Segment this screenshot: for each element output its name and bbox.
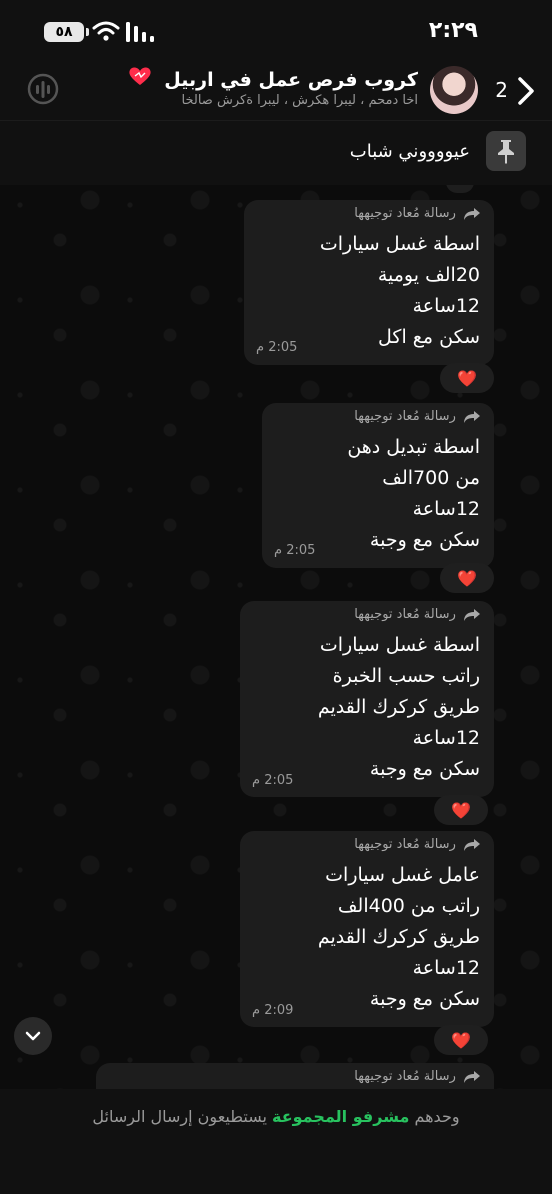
heart-reaction[interactable]: ❤️: [440, 363, 494, 393]
forwarded-label: رسالة مُعاد توجيهها: [354, 607, 480, 622]
forward-icon: [464, 608, 480, 621]
message-line: 12ساعة: [412, 295, 480, 317]
message-line: 12ساعة: [412, 957, 480, 979]
forward-icon: [464, 207, 480, 220]
heart-reaction[interactable]: ❤️: [434, 795, 488, 825]
reaction-pill[interactable]: [446, 185, 474, 193]
message-line: عامل غسل سيارات: [325, 864, 480, 886]
pin-button[interactable]: [486, 131, 526, 171]
heart-reaction-icon: ❤️: [457, 368, 477, 388]
status-time: ٢:٢٩: [428, 18, 478, 43]
message-line: طريق كركرك القديم: [317, 926, 480, 948]
group-members-preview: اخا دمحم ، ليبرا هكرش ، ليبرا ةكرش صالخا: [181, 93, 418, 108]
wifi-icon: [92, 21, 120, 41]
message-time: 2:05 م: [252, 773, 294, 788]
message-line: سكن مع وجبة: [369, 988, 480, 1010]
chat-header: 2 كروب فرص عمل في اربيل اخا دمحم ، ليبرا…: [0, 62, 552, 120]
message-line: اسطة تبديل دهن: [347, 436, 480, 458]
message-line: سكن مع وجبة: [369, 758, 480, 780]
signal-icon: [126, 22, 154, 42]
message-bubble[interactable]: رسالة مُعاد توجيهها اسطة تبديل دهن من 70…: [262, 403, 494, 568]
scroll-down-button[interactable]: [14, 1017, 52, 1055]
message-line: اسطة غسل سيارات: [319, 233, 480, 255]
group-call-icon[interactable]: [26, 72, 60, 106]
message-line: من 700الف: [382, 467, 480, 489]
chat-area[interactable]: رسالة مُعاد توجيهها اسطة غسل سيارات 20ال…: [0, 185, 552, 1089]
message-line: اسطة غسل سيارات: [319, 634, 480, 656]
pin-icon: [498, 140, 514, 164]
group-admins-link[interactable]: مشرفو المجموعة: [272, 1107, 409, 1126]
forward-icon: [464, 410, 480, 423]
group-title[interactable]: كروب فرص عمل في اربيل: [128, 66, 418, 91]
heart-reaction-icon: ❤️: [451, 1030, 471, 1050]
admin-only-notice: وحدهم مشرفو المجموعة يستطيعون إرسال الرس…: [0, 1089, 552, 1194]
message-line: راتب حسب الخبرة: [332, 665, 480, 687]
message-bubble[interactable]: رسالة مُعاد توجيهها اسطة غسل سيارات راتب…: [240, 601, 494, 797]
heart-reaction[interactable]: ❤️: [440, 563, 494, 593]
heart-reaction[interactable]: ❤️: [434, 1025, 488, 1055]
message-line: راتب من 400الف: [337, 895, 480, 917]
message-line: 12ساعة: [412, 727, 480, 749]
message-line: 12ساعة: [412, 498, 480, 520]
message-bubble[interactable]: رسالة مُعاد توجيهها اسطة غسل سيارات 20ال…: [244, 200, 494, 365]
chevron-down-icon: [25, 1031, 41, 1041]
admin-only-text: وحدهم مشرفو المجموعة يستطيعون إرسال الرس…: [92, 1107, 460, 1126]
pinned-message-text: عيووووني شباب: [349, 141, 470, 162]
message-line: 20الف يومية: [377, 264, 480, 286]
group-avatar[interactable]: [430, 66, 478, 114]
status-bar: ٥٨ ٢:٢٩: [0, 0, 552, 62]
forwarded-label: رسالة مُعاد توجيهها: [354, 409, 480, 424]
message-bubble[interactable]: رسالة مُعاد توجيهها: [96, 1063, 494, 1089]
battery-level: ٥٨: [55, 24, 73, 40]
message-line: طريق كركرك القديم: [317, 696, 480, 718]
forwarded-label: رسالة مُعاد توجيهها: [354, 206, 480, 221]
group-title-text: كروب فرص عمل في اربيل: [164, 69, 418, 91]
message-line: سكن مع وجبة: [369, 529, 480, 551]
heart-icon: [129, 67, 151, 85]
message-time: 2:05 م: [256, 340, 298, 355]
back-chevron-icon[interactable]: [516, 76, 538, 106]
forwarded-label: رسالة مُعاد توجيهها: [354, 1069, 480, 1084]
heart-reaction-icon: ❤️: [457, 568, 477, 588]
heart-reaction-icon: ❤️: [451, 800, 471, 820]
forward-icon: [464, 838, 480, 851]
message-line: سكن مع اكل: [378, 326, 480, 348]
unread-count[interactable]: 2: [495, 78, 508, 102]
message-time: 2:09 م: [252, 1003, 294, 1018]
message-time: 2:05 م: [274, 543, 316, 558]
forward-icon: [464, 1070, 480, 1083]
pinned-message-bar[interactable]: عيووووني شباب: [0, 120, 552, 185]
battery-icon: ٥٨: [44, 22, 89, 42]
forwarded-label: رسالة مُعاد توجيهها: [354, 837, 480, 852]
message-bubble[interactable]: رسالة مُعاد توجيهها عامل غسل سيارات راتب…: [240, 831, 494, 1027]
